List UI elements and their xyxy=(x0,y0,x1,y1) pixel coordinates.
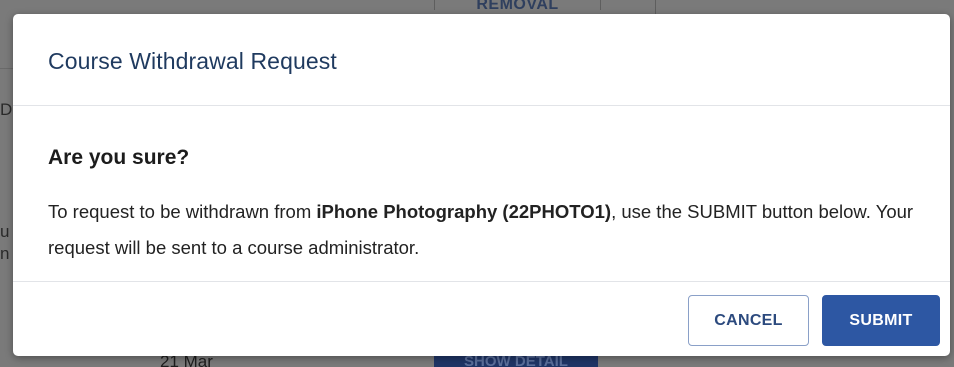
confirmation-message: To request to be withdrawn from iPhone P… xyxy=(48,194,928,266)
background-divider xyxy=(0,68,14,69)
submit-button[interactable]: SUBMIT xyxy=(822,295,940,346)
course-name: iPhone Photography (22PHOTO1) xyxy=(316,201,612,222)
dialog-body: Are you sure? To request to be withdrawn… xyxy=(13,106,950,281)
dialog-footer: CANCEL SUBMIT xyxy=(13,281,950,356)
background-divider xyxy=(655,0,656,14)
background-removal-button: REMOVAL xyxy=(434,0,601,13)
message-prefix: To request to be withdrawn from xyxy=(48,201,317,222)
background-text-fragment: D xyxy=(0,100,12,119)
confirmation-heading: Are you sure? xyxy=(48,146,190,169)
dialog-title: Course Withdrawal Request xyxy=(48,48,337,74)
withdrawal-dialog: Course Withdrawal Request Are you sure? … xyxy=(13,14,950,356)
background-text-fragment: n xyxy=(0,244,10,263)
background-text-fragment: u xyxy=(0,222,10,241)
dialog-header: Course Withdrawal Request xyxy=(13,14,950,106)
cancel-button[interactable]: CANCEL xyxy=(688,295,809,346)
